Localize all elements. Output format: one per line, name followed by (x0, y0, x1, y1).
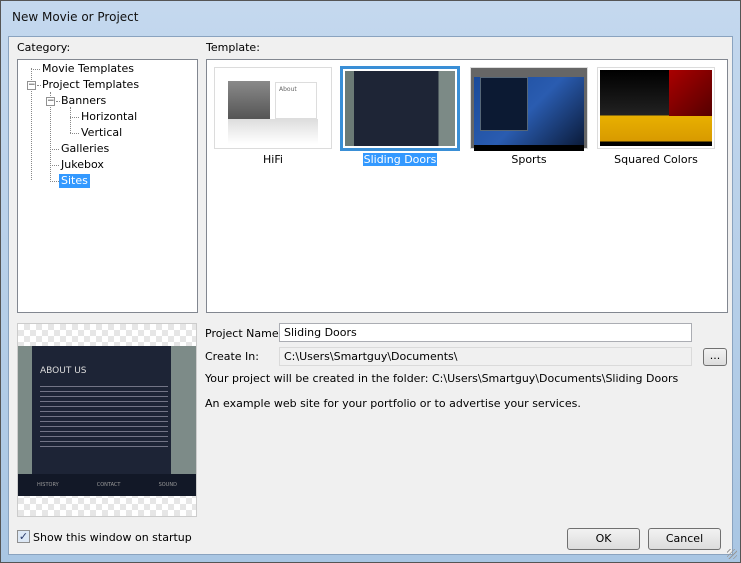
tree-item-jukebox[interactable]: Jukebox (59, 158, 106, 172)
resize-grip-icon[interactable] (727, 549, 737, 559)
template-sliding-doors-thumbnail[interactable] (340, 66, 460, 151)
tree-item-vertical[interactable]: Vertical (79, 126, 124, 140)
template-list[interactable]: About HiFi Sliding Doors Sports Squared … (206, 59, 728, 313)
cancel-button[interactable]: Cancel (648, 528, 721, 550)
category-tree[interactable]: − − Movie Templates Project Templates Ba… (17, 59, 198, 313)
ok-button[interactable]: OK (567, 528, 640, 550)
tree-item-banners[interactable]: Banners (59, 94, 108, 108)
collapse-icon[interactable]: − (27, 81, 36, 90)
preview-nav-sound: SOUND (158, 482, 177, 488)
template-sliding-doors-label[interactable]: Sliding Doors (362, 153, 438, 166)
show-on-startup-label[interactable]: Show this window on startup (33, 531, 192, 544)
template-squared-colors-label[interactable]: Squared Colors (597, 153, 715, 166)
category-label: Category: (17, 41, 71, 54)
preview-heading: ABOUT US (40, 366, 87, 376)
template-sports-label[interactable]: Sports (470, 153, 588, 166)
template-hifi-label[interactable]: HiFi (214, 153, 332, 166)
checkmark-icon: ✓ (18, 530, 29, 543)
tree-item-galleries[interactable]: Galleries (59, 142, 111, 156)
create-in-input[interactable]: C:\Users\Smartguy\Documents\ (279, 347, 692, 366)
template-description: An example web site for your portfolio o… (205, 397, 581, 410)
project-name-input[interactable]: Sliding Doors (279, 323, 692, 342)
template-sports-thumbnail[interactable] (470, 67, 588, 151)
create-in-label: Create In: (205, 350, 259, 363)
folder-info-text: Your project will be created in the fold… (205, 372, 679, 385)
collapse-icon[interactable]: − (46, 97, 55, 106)
tree-item-horizontal[interactable]: Horizontal (79, 110, 139, 124)
preview-nav-history: HISTORY (37, 482, 59, 488)
template-hifi-thumbnail[interactable]: About (214, 67, 332, 149)
template-preview: ABOUT US HISTORY CONTACT SOUND (17, 323, 197, 517)
window-title: New Movie or Project (12, 10, 139, 24)
tree-item-project-templates[interactable]: Project Templates (40, 78, 141, 92)
tree-item-sites[interactable]: Sites (59, 174, 90, 188)
template-label: Template: (206, 41, 260, 54)
project-name-label: Project Name: (205, 327, 283, 340)
template-squared-colors-thumbnail[interactable] (597, 67, 715, 149)
tree-item-movie-templates[interactable]: Movie Templates (40, 62, 136, 76)
show-on-startup-checkbox[interactable]: ✓ (17, 530, 30, 543)
preview-nav-contact: CONTACT (96, 482, 121, 488)
browse-button[interactable]: ... (703, 348, 727, 366)
